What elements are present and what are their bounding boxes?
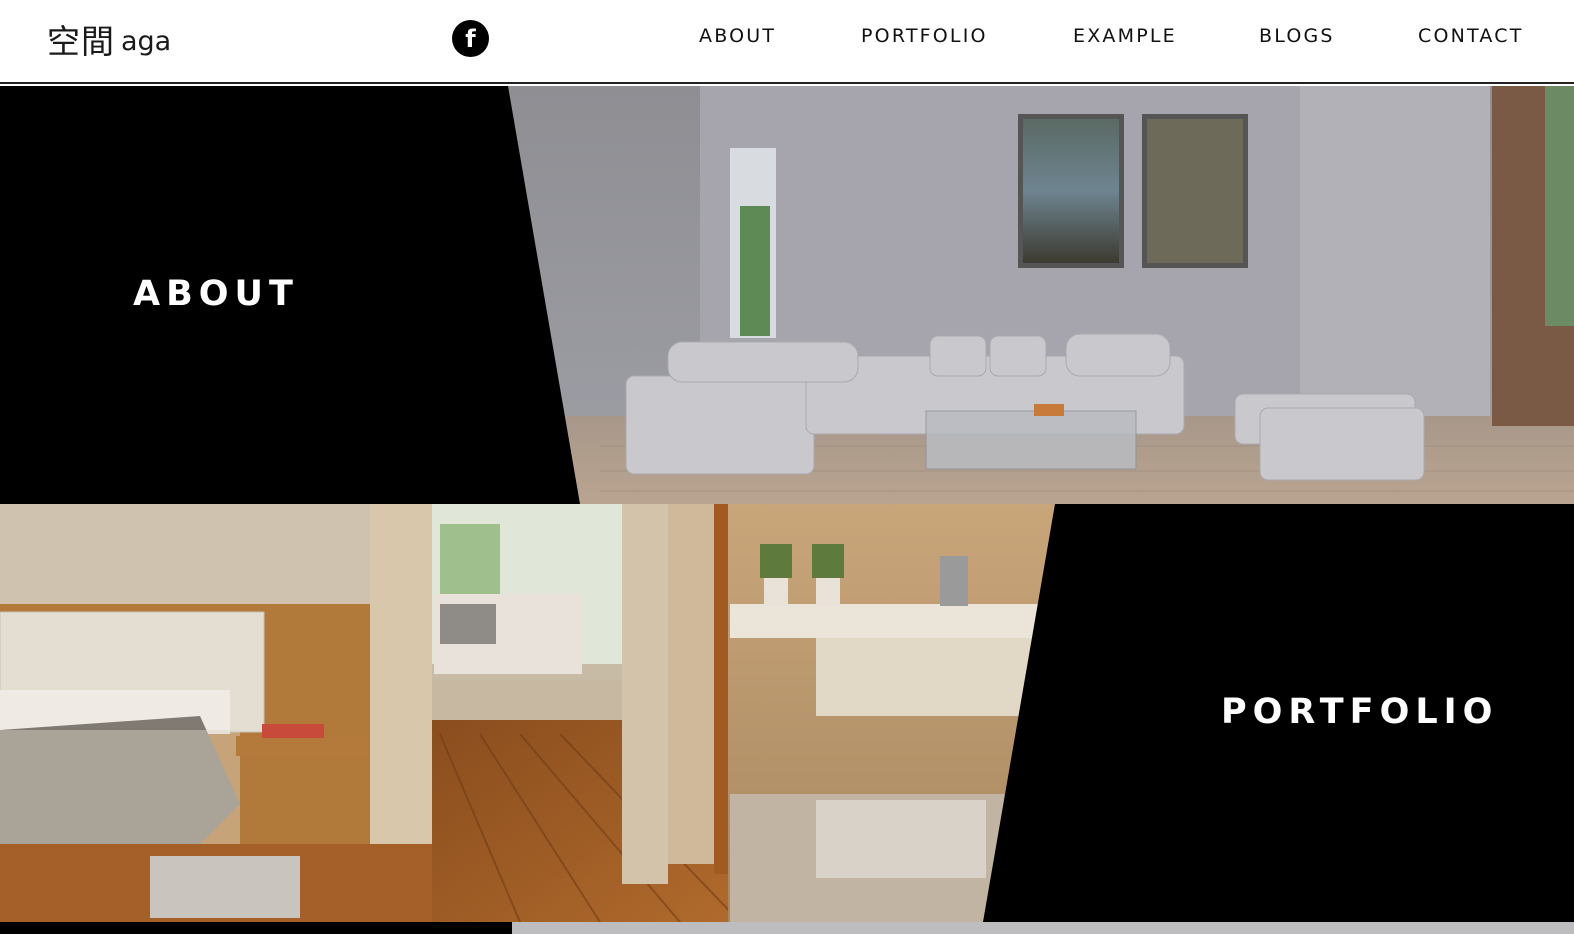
about-label[interactable]: ABOUT [133,274,299,314]
site-header: 空間 aga f ABOUT PORTFOLIO EXAMPLE BLOGS C… [0,0,1574,84]
about-section[interactable]: ABOUT [0,86,1574,504]
nav-blogs[interactable]: BLOGS [1259,25,1335,47]
facebook-glyph: f [465,25,476,53]
portfolio-label[interactable]: PORTFOLIO [1221,692,1498,732]
nav-portfolio[interactable]: PORTFOLIO [861,25,988,47]
portfolio-section[interactable]: PORTFOLIO [0,504,1574,922]
next-section-image-edge [512,922,1574,934]
logo-kanji: 空間 [47,22,115,61]
site-logo[interactable]: 空間 aga [47,18,171,62]
nav-about[interactable]: ABOUT [699,25,776,47]
next-section-edge [0,922,1574,934]
nav-example[interactable]: EXAMPLE [1073,25,1177,47]
nav-contact[interactable]: CONTACT [1418,25,1524,47]
logo-latin: aga [121,26,172,57]
facebook-icon[interactable]: f [452,20,489,57]
